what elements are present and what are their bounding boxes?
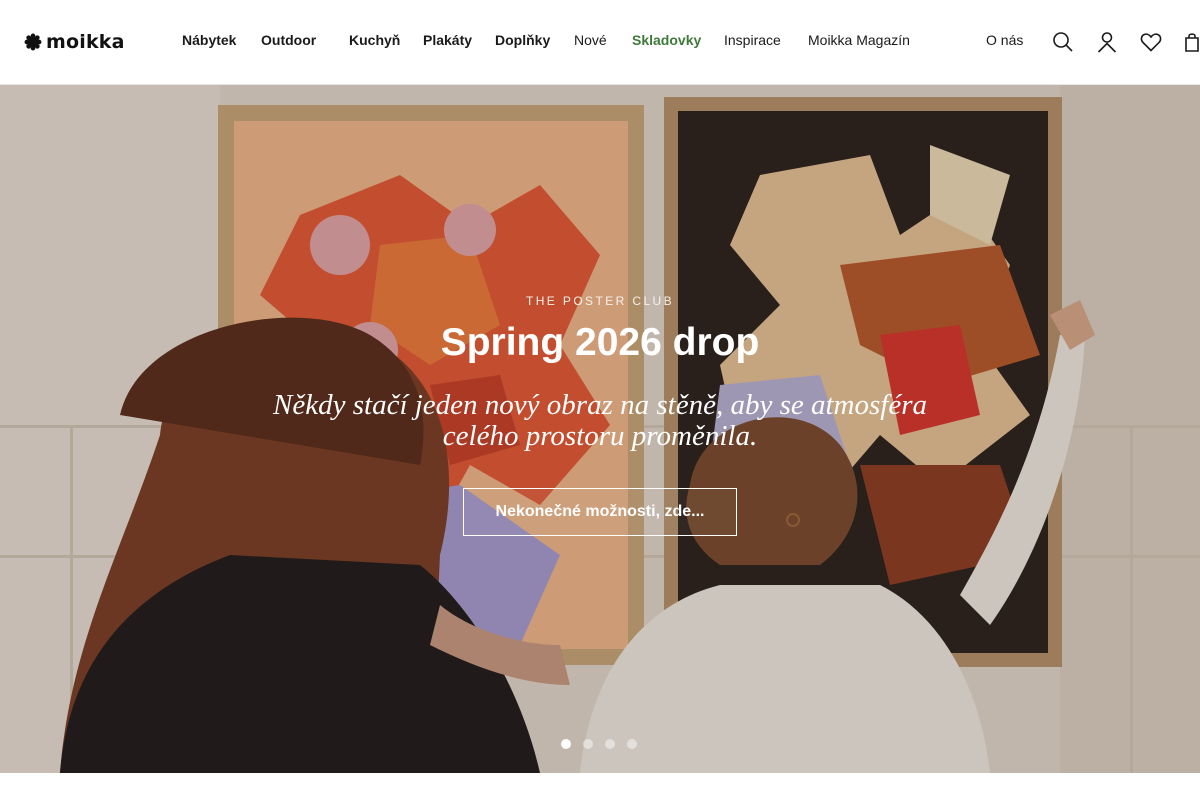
carousel-dot-1[interactable] xyxy=(561,739,571,749)
carousel-dots xyxy=(561,739,637,751)
carousel-dot-2[interactable] xyxy=(583,739,593,749)
nav-item-outdoor[interactable]: Outdoor xyxy=(261,32,316,48)
hero-title: Spring 2026 drop xyxy=(440,321,760,364)
nav-item-about[interactable]: O nás xyxy=(986,32,1023,48)
nav-item-doplnky[interactable]: Doplňky xyxy=(495,32,550,48)
page-content-start xyxy=(0,773,1200,800)
nav-item-plakaty[interactable]: Plakáty xyxy=(423,32,472,48)
carousel-dot-4[interactable] xyxy=(627,739,637,749)
nav-item-magazin[interactable]: Moikka Magazín xyxy=(808,32,910,48)
wishlist-heart-icon[interactable] xyxy=(1139,30,1163,54)
hero-cta-button[interactable]: Nekonečné možnosti, zde... xyxy=(463,488,737,536)
carousel-dot-3[interactable] xyxy=(605,739,615,749)
nav-item-kuchyn[interactable]: Kuchyň xyxy=(349,32,400,48)
brand-logo[interactable]: moikka xyxy=(24,29,125,55)
cart-bag-icon[interactable] xyxy=(1184,30,1200,54)
hero-kicker: THE POSTER CLUB xyxy=(525,294,675,308)
nav-item-nabytek[interactable]: Nábytek xyxy=(182,32,236,48)
site-header: moikka Nábytek Outdoor Kuchyň Plakáty Do… xyxy=(0,0,1200,85)
account-icon[interactable] xyxy=(1095,30,1119,54)
nav-item-skladovky[interactable]: Skladovky xyxy=(632,32,701,48)
search-icon[interactable] xyxy=(1051,30,1075,54)
brand-name: moikka xyxy=(46,31,125,53)
hero-subtitle: Někdy stačí jeden nový obraz na stěně, a… xyxy=(273,389,927,452)
nav-item-nove[interactable]: Nové xyxy=(574,32,607,48)
hero-banner[interactable]: THE POSTER CLUB Spring 2026 drop Někdy s… xyxy=(0,85,1200,773)
logo-flower-icon xyxy=(24,33,42,51)
nav-item-inspirace[interactable]: Inspirace xyxy=(724,32,781,48)
